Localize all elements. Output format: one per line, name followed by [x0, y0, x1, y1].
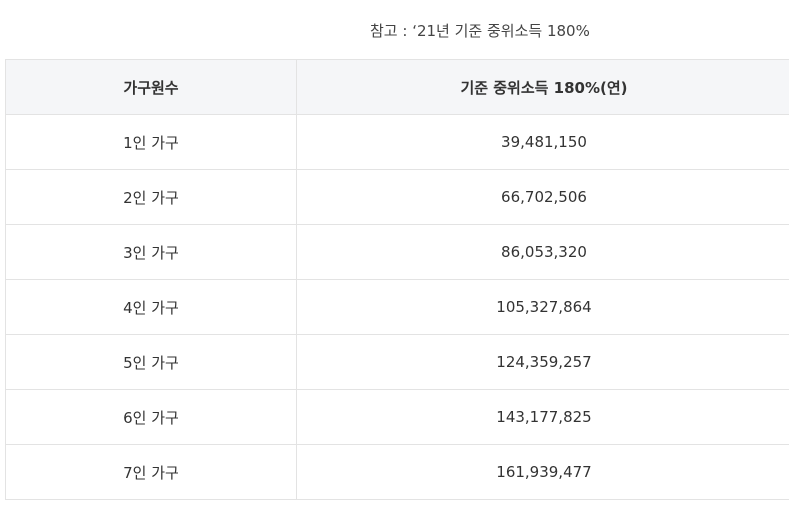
table-header-row: 가구원수 기준 중위소득 180%(연) — [5, 59, 789, 115]
income-cell: 66,702,506 — [296, 169, 789, 225]
household-cell: 4인 가구 — [5, 279, 297, 335]
table-row: 2인 가구 66,702,506 — [5, 169, 789, 225]
income-cell: 105,327,864 — [296, 279, 789, 335]
table-row: 4인 가구 105,327,864 — [5, 279, 789, 335]
income-table: 가구원수 기준 중위소득 180%(연) 1인 가구 39,481,150 2인… — [5, 59, 789, 500]
income-cell: 161,939,477 — [296, 444, 789, 500]
header-median-income: 기준 중위소득 180%(연) — [296, 59, 789, 115]
table-row: 3인 가구 86,053,320 — [5, 224, 789, 280]
reference-note: 참고 : ‘21년 기준 중위소득 180% — [370, 22, 590, 40]
household-cell: 3인 가구 — [5, 224, 297, 280]
household-cell: 2인 가구 — [5, 169, 297, 225]
household-cell: 5인 가구 — [5, 334, 297, 390]
table-row: 7인 가구 161,939,477 — [5, 444, 789, 500]
income-cell: 86,053,320 — [296, 224, 789, 280]
header-household-size: 가구원수 — [5, 59, 297, 115]
table-row: 6인 가구 143,177,825 — [5, 389, 789, 445]
income-cell: 124,359,257 — [296, 334, 789, 390]
household-cell: 7인 가구 — [5, 444, 297, 500]
table-row: 5인 가구 124,359,257 — [5, 334, 789, 390]
table-row: 1인 가구 39,481,150 — [5, 114, 789, 170]
household-cell: 1인 가구 — [5, 114, 297, 170]
household-cell: 6인 가구 — [5, 389, 297, 445]
income-cell: 39,481,150 — [296, 114, 789, 170]
income-cell: 143,177,825 — [296, 389, 789, 445]
